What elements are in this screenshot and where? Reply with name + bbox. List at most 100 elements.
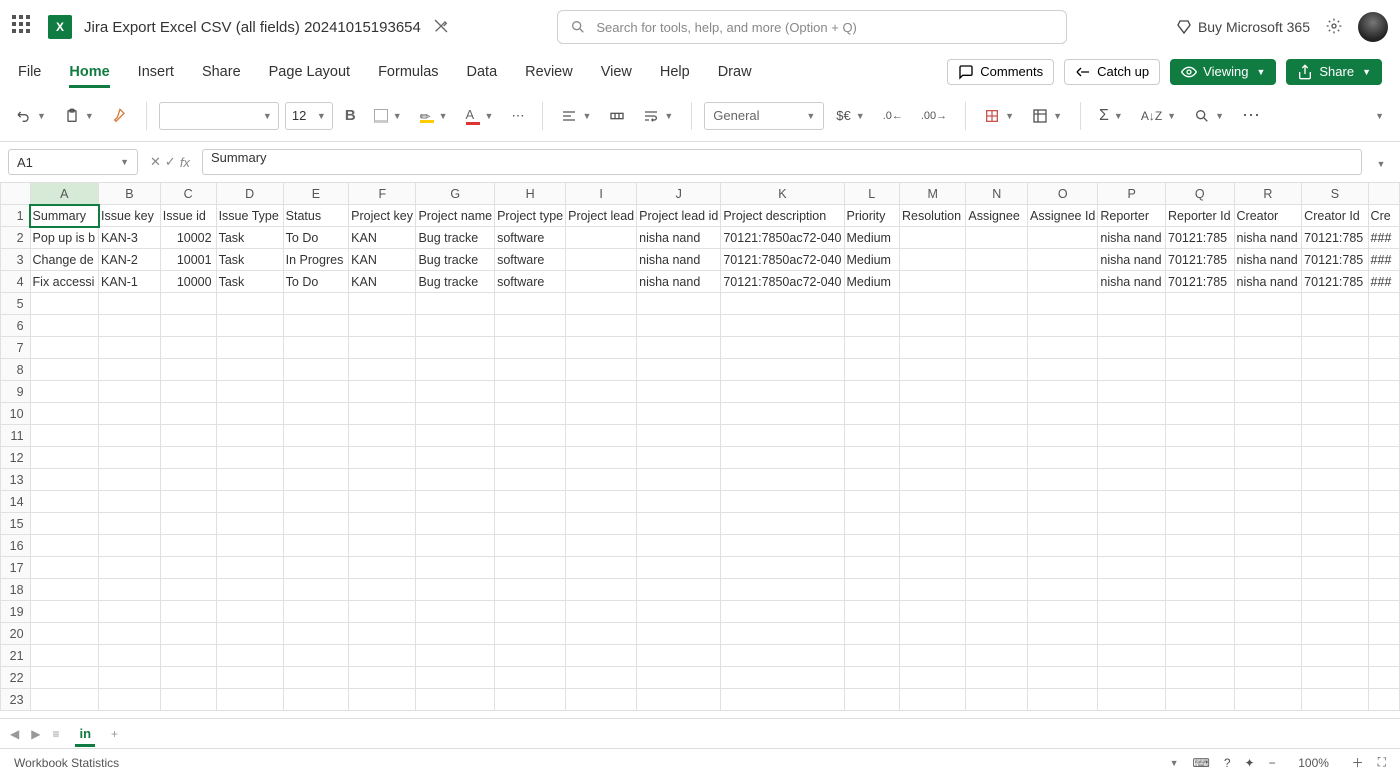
cell[interactable]	[216, 535, 283, 557]
cell[interactable]	[900, 359, 966, 381]
feedback-icon[interactable]: ✦	[1245, 756, 1255, 770]
cell[interactable]	[30, 535, 98, 557]
cell[interactable]: Status	[283, 205, 349, 227]
row-header-11[interactable]: 11	[1, 425, 31, 447]
row-header-23[interactable]: 23	[1, 689, 31, 711]
cell[interactable]	[416, 623, 495, 645]
cell[interactable]	[1302, 447, 1368, 469]
cell[interactable]	[283, 579, 349, 601]
cell[interactable]	[216, 557, 283, 579]
sheet-prev-button[interactable]: ◀	[10, 727, 19, 741]
cell[interactable]	[966, 271, 1028, 293]
row-header-8[interactable]: 8	[1, 359, 31, 381]
share-button[interactable]: Share ▼	[1286, 59, 1382, 85]
cell[interactable]: 70121:785	[1302, 271, 1368, 293]
column-header-G[interactable]: G	[416, 183, 495, 205]
cell[interactable]	[1098, 557, 1166, 579]
cell[interactable]	[1166, 601, 1234, 623]
cell[interactable]	[283, 425, 349, 447]
cell[interactable]	[216, 579, 283, 601]
cell[interactable]	[900, 491, 966, 513]
cell[interactable]	[495, 535, 566, 557]
cell[interactable]: Reporter Id	[1166, 205, 1234, 227]
buy-microsoft-365-button[interactable]: Buy Microsoft 365	[1176, 19, 1310, 35]
column-header-M[interactable]: M	[900, 183, 966, 205]
cell[interactable]	[566, 271, 637, 293]
row-header-6[interactable]: 6	[1, 315, 31, 337]
cell[interactable]: 70121:7850ac72-040	[721, 227, 844, 249]
cell[interactable]	[1166, 403, 1234, 425]
row-header-22[interactable]: 22	[1, 667, 31, 689]
cell[interactable]	[1234, 689, 1302, 711]
cell[interactable]	[966, 359, 1028, 381]
cell[interactable]: software	[495, 249, 566, 271]
cell[interactable]	[216, 513, 283, 535]
cell[interactable]: nisha nand	[1098, 227, 1166, 249]
cell[interactable]	[1098, 447, 1166, 469]
fx-icon[interactable]: fx	[180, 155, 190, 170]
cell[interactable]	[495, 689, 566, 711]
cell[interactable]	[1166, 381, 1234, 403]
cell[interactable]	[966, 227, 1028, 249]
cell[interactable]	[160, 579, 216, 601]
cell[interactable]	[1302, 557, 1368, 579]
cell[interactable]: 70121:785	[1166, 271, 1234, 293]
cell[interactable]	[566, 381, 637, 403]
zoom-value[interactable]: 100%	[1284, 756, 1344, 770]
cell[interactable]	[900, 535, 966, 557]
cell[interactable]	[1028, 535, 1098, 557]
cell[interactable]	[1098, 425, 1166, 447]
menu-tab-page-layout[interactable]: Page Layout	[269, 64, 350, 80]
cell[interactable]	[637, 315, 721, 337]
formula-expand-button[interactable]: ▼	[1368, 155, 1392, 170]
cell[interactable]	[216, 601, 283, 623]
cell[interactable]: ###	[1368, 227, 1399, 249]
cell[interactable]	[844, 491, 899, 513]
cell[interactable]	[966, 403, 1028, 425]
ribbon-collapse-button[interactable]: ▼	[1367, 107, 1390, 125]
cell[interactable]	[283, 689, 349, 711]
cell[interactable]	[1302, 513, 1368, 535]
align-button[interactable]: ▼	[555, 104, 597, 128]
cell[interactable]	[844, 293, 899, 315]
cell[interactable]	[566, 403, 637, 425]
cell[interactable]	[1302, 425, 1368, 447]
catchup-button[interactable]: Catch up	[1064, 59, 1160, 85]
cell[interactable]	[566, 447, 637, 469]
cell[interactable]	[30, 469, 98, 491]
conditional-format-button[interactable]: ▼	[978, 104, 1020, 128]
cell[interactable]	[349, 491, 416, 513]
cell[interactable]	[1234, 447, 1302, 469]
cell[interactable]: Change de	[30, 249, 98, 271]
cell[interactable]	[900, 271, 966, 293]
cell[interactable]	[1368, 337, 1399, 359]
cell[interactable]	[721, 381, 844, 403]
cell[interactable]	[99, 469, 161, 491]
cell[interactable]	[1166, 623, 1234, 645]
cell[interactable]	[721, 689, 844, 711]
cell[interactable]: Assignee	[966, 205, 1028, 227]
cell[interactable]: ###	[1368, 271, 1399, 293]
cell[interactable]	[216, 667, 283, 689]
cell[interactable]	[637, 403, 721, 425]
cell[interactable]	[566, 689, 637, 711]
cell[interactable]	[1234, 557, 1302, 579]
cell[interactable]	[283, 469, 349, 491]
row-header-7[interactable]: 7	[1, 337, 31, 359]
cell[interactable]	[495, 601, 566, 623]
cell[interactable]	[99, 623, 161, 645]
cell[interactable]	[1166, 315, 1234, 337]
cell[interactable]	[1302, 359, 1368, 381]
cell[interactable]	[844, 425, 899, 447]
cell[interactable]	[349, 557, 416, 579]
cell[interactable]: Project key	[349, 205, 416, 227]
cell[interactable]: KAN	[349, 249, 416, 271]
name-box[interactable]: A1▼	[8, 149, 138, 175]
cell[interactable]	[30, 491, 98, 513]
cell[interactable]	[900, 293, 966, 315]
cell[interactable]: Project type	[495, 205, 566, 227]
cell[interactable]	[844, 689, 899, 711]
cell[interactable]	[1028, 491, 1098, 513]
cell[interactable]	[349, 337, 416, 359]
cell[interactable]	[160, 293, 216, 315]
